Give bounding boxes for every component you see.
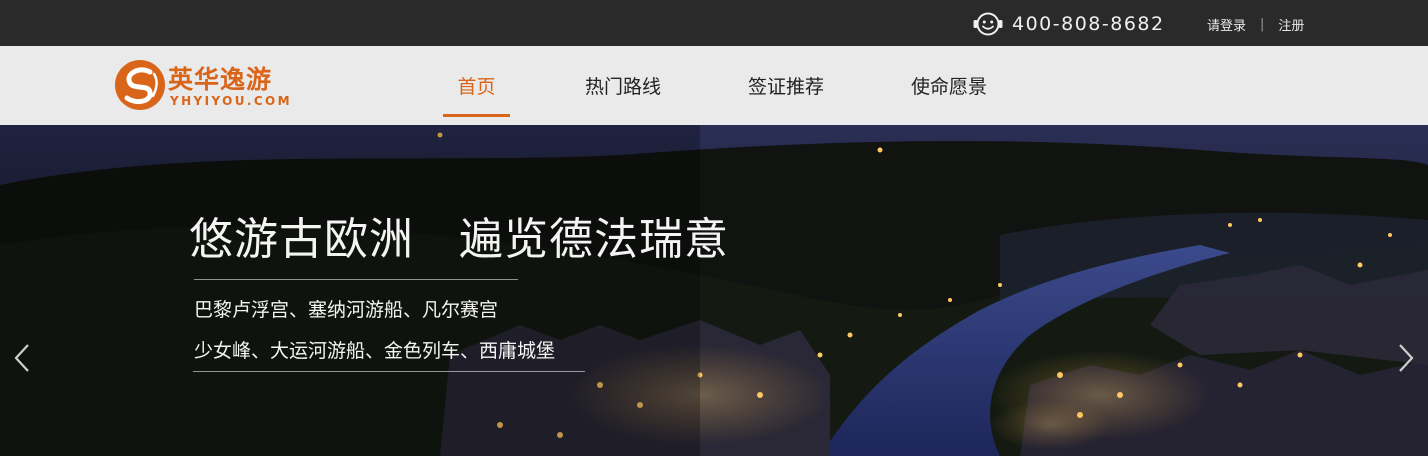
nav-item-mission[interactable]: 使命愿景 — [909, 46, 989, 125]
brand-swirl-icon — [115, 60, 165, 110]
nav-item-visa[interactable]: 签证推荐 — [746, 46, 826, 125]
chevron-left-icon[interactable] — [12, 342, 32, 374]
register-link[interactable]: 注册 — [1278, 15, 1304, 34]
active-indicator — [443, 114, 510, 117]
headset-smiley-icon — [973, 12, 1003, 36]
nav-item-label: 热门路线 — [584, 76, 661, 98]
hero-line-2: 少女峰、大运河游船、金色列车、西庸城堡 — [194, 340, 556, 362]
auth-separator: | — [1260, 17, 1265, 32]
chevron-right-icon[interactable] — [1396, 342, 1416, 374]
hero-divider — [193, 371, 585, 372]
top-bar: 400-808-8682 请登录 | 注册 — [0, 0, 1428, 46]
hero-line-1: 巴黎卢浮宫、塞纳河游船、凡尔赛宫 — [194, 299, 499, 321]
site-logo[interactable]: 英华逸游 YHYIYOU.COM — [113, 58, 303, 114]
hero-banner[interactable]: 悠游古欧洲 遍览德法瑞意 巴黎卢浮宫、塞纳河游船、凡尔赛宫 少女峰、大运河游船、… — [0, 125, 1428, 456]
hero-title: 悠游古欧洲 遍览德法瑞意 — [189, 214, 729, 265]
logo-name-en: YHYIYOU.COM — [170, 94, 293, 108]
nav-item-label: 签证推荐 — [747, 76, 824, 98]
main-nav: 英华逸游 YHYIYOU.COM 首页 热门路线 签证推荐 使命愿景 — [0, 46, 1428, 125]
hero-background-photo — [0, 125, 1428, 456]
nav-item-popular-routes[interactable]: 热门路线 — [583, 46, 663, 125]
nav-item-label: 使命愿景 — [910, 76, 987, 98]
auth-links: 请登录 | 注册 — [1207, 15, 1304, 34]
hero-divider — [194, 279, 518, 280]
hotline: 400-808-8682 — [972, 9, 1165, 39]
nav-item-home[interactable]: 首页 — [443, 46, 510, 125]
logo-name-cn: 英华逸游 — [168, 65, 273, 94]
login-link[interactable]: 请登录 — [1207, 15, 1246, 34]
nav-item-label: 首页 — [457, 76, 496, 98]
phone-number: 400-808-8682 — [1012, 13, 1165, 35]
nav-menu: 首页 热门路线 签证推荐 使命愿景 — [443, 46, 989, 125]
